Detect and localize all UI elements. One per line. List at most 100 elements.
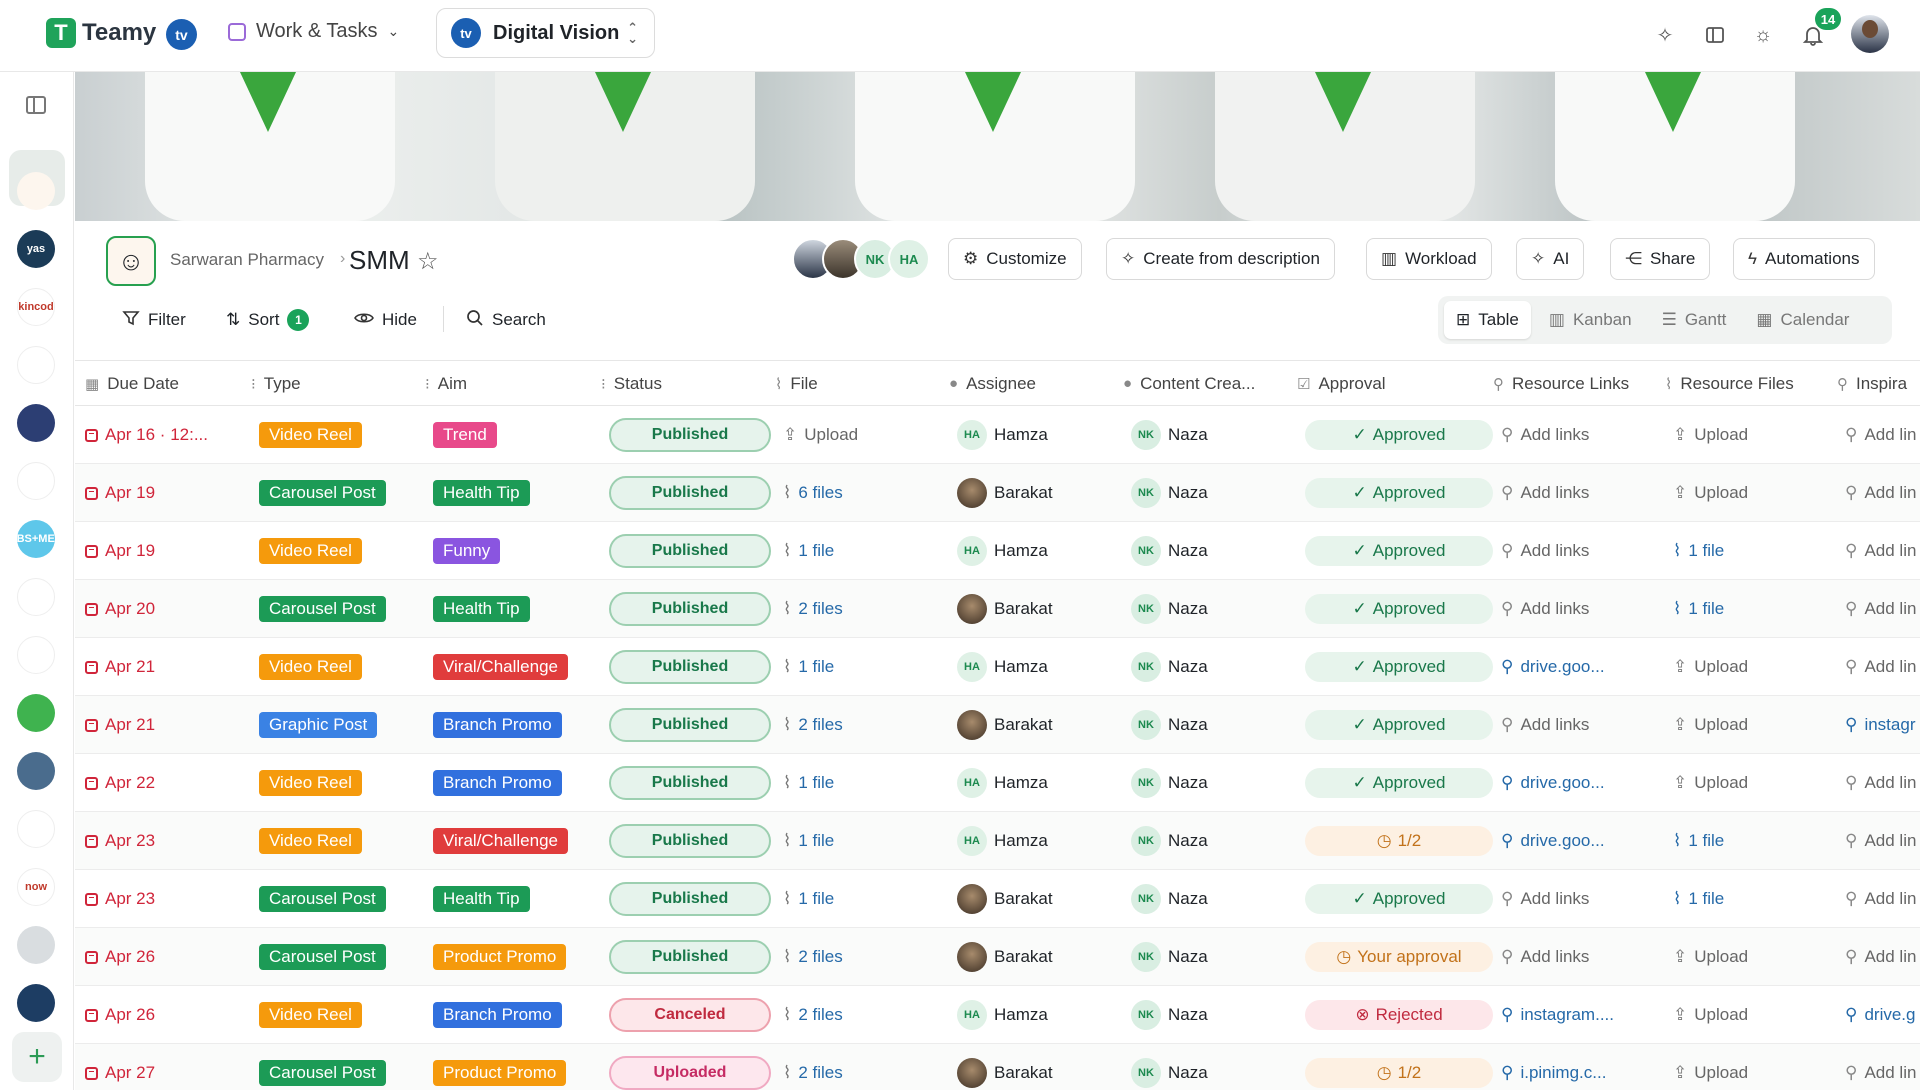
status-cell[interactable]: Uploaded bbox=[609, 1044, 771, 1090]
work-tasks-menu[interactable]: Work & Tasks ⌄ bbox=[228, 20, 399, 43]
status-cell[interactable]: Canceled bbox=[609, 986, 771, 1044]
assignee-cell[interactable]: HA Hamza bbox=[957, 638, 1048, 696]
column-header[interactable]: ● Content Crea... bbox=[1123, 361, 1255, 406]
table-row[interactable]: Apr 23 Video Reel Viral/Challenge Published… bbox=[75, 812, 1920, 870]
content-creator-cell[interactable]: NK Naza bbox=[1131, 754, 1208, 812]
type-cell[interactable]: Video Reel bbox=[259, 754, 362, 812]
type-cell[interactable]: Carousel Post bbox=[259, 928, 386, 986]
column-header[interactable]: ⁝ Type bbox=[251, 361, 301, 406]
resource-files-cell[interactable]: ⇪ Upload bbox=[1673, 986, 1748, 1044]
breadcrumb[interactable]: Sarwaran Pharmacy bbox=[170, 250, 324, 270]
content-creator-cell[interactable]: NK Naza bbox=[1131, 812, 1208, 870]
file-cell[interactable]: ⌇ 2 files bbox=[783, 696, 843, 754]
type-cell[interactable]: Video Reel bbox=[259, 812, 362, 870]
column-header[interactable]: ▦ Due Date bbox=[85, 361, 179, 406]
file-cell[interactable]: ⌇ 1 file bbox=[783, 812, 834, 870]
file-cell[interactable]: ⌇ 1 file bbox=[783, 870, 834, 928]
type-cell[interactable]: Video Reel bbox=[259, 406, 362, 464]
approval-cell[interactable]: ✓ Approved bbox=[1305, 696, 1493, 754]
type-cell[interactable]: Video Reel bbox=[259, 522, 362, 580]
status-cell[interactable]: Published bbox=[609, 580, 771, 638]
aim-cell[interactable]: Health Tip bbox=[433, 870, 530, 928]
type-cell[interactable]: Graphic Post bbox=[259, 696, 378, 754]
panel-toggle-icon[interactable] bbox=[1702, 22, 1728, 48]
status-cell[interactable]: Published bbox=[609, 928, 771, 986]
due-date-cell[interactable]: Apr 16 · 12:... bbox=[85, 406, 208, 464]
aim-cell[interactable]: Product Promo bbox=[433, 1044, 567, 1090]
tab-kanban[interactable]: ▥ Kanban bbox=[1537, 301, 1644, 339]
content-creator-cell[interactable]: NK Naza bbox=[1131, 406, 1208, 464]
content-creator-cell[interactable]: NK Naza bbox=[1131, 870, 1208, 928]
assignee-cell[interactable]: HA Hamza bbox=[957, 812, 1048, 870]
due-date-cell[interactable]: Apr 23 bbox=[85, 812, 155, 870]
sidebar-item-workspace-5[interactable] bbox=[17, 404, 55, 442]
column-header[interactable]: ⌇ Resource Files bbox=[1665, 361, 1794, 406]
aim-cell[interactable]: Branch Promo bbox=[433, 986, 562, 1044]
file-cell[interactable]: ⌇ 2 files bbox=[783, 1044, 843, 1090]
filter-button[interactable]: Filter bbox=[122, 300, 186, 340]
create-from-description-button[interactable]: ✧ Create from description bbox=[1106, 238, 1335, 280]
table-row[interactable]: Apr 19 Video Reel Funny Published ⌇ 1 file HA H… bbox=[75, 522, 1920, 580]
table-row[interactable]: Apr 16 · 12:... Video Reel Trend Published ⇪… bbox=[75, 406, 1920, 464]
content-creator-cell[interactable]: NK Naza bbox=[1131, 638, 1208, 696]
column-header[interactable]: ☑ Approval bbox=[1297, 361, 1386, 406]
aim-cell[interactable]: Product Promo bbox=[433, 928, 567, 986]
tab-calendar[interactable]: ▦ Calendar bbox=[1744, 301, 1861, 339]
assignee-cell[interactable]: Barakat bbox=[957, 928, 1053, 986]
aim-cell[interactable]: Branch Promo bbox=[433, 754, 562, 812]
sidebar-item-workspace-12[interactable] bbox=[17, 810, 55, 848]
inspiration-cell[interactable]: ⚲ Add lin bbox=[1845, 812, 1916, 870]
assignee-cell[interactable]: HA Hamza bbox=[957, 522, 1048, 580]
tab-gantt[interactable]: ☰ Gantt bbox=[1650, 301, 1739, 339]
resource-links-cell[interactable]: ⚲ Add links bbox=[1501, 464, 1589, 522]
sidebar-item-workspace-8[interactable] bbox=[17, 578, 55, 616]
approval-cell[interactable]: ◷ 1/2 bbox=[1305, 812, 1493, 870]
due-date-cell[interactable]: Apr 19 bbox=[85, 522, 155, 580]
approval-cell[interactable]: ✓ Approved bbox=[1305, 406, 1493, 464]
due-date-cell[interactable]: Apr 26 bbox=[85, 986, 155, 1044]
status-cell[interactable]: Published bbox=[609, 754, 771, 812]
project-selector[interactable]: tv Digital Vision ⌃ ⌄ bbox=[436, 8, 655, 58]
assignee-cell[interactable]: HA Hamza bbox=[957, 754, 1048, 812]
column-header[interactable]: ● Assignee bbox=[949, 361, 1036, 406]
sidebar-item-yas[interactable]: yas bbox=[17, 230, 55, 268]
type-cell[interactable]: Video Reel bbox=[259, 986, 362, 1044]
tab-table[interactable]: ⊞ Table bbox=[1444, 301, 1531, 339]
resource-files-cell[interactable]: ⇪ Upload bbox=[1673, 928, 1748, 986]
hide-button[interactable]: Hide bbox=[354, 300, 417, 340]
inspiration-cell[interactable]: ⚲ Add lin bbox=[1845, 1044, 1916, 1090]
assignee-cell[interactable]: HA Hamza bbox=[957, 406, 1048, 464]
resource-links-cell[interactable]: ⚲ drive.goo... bbox=[1501, 754, 1605, 812]
assignee-cell[interactable]: HA Hamza bbox=[957, 986, 1048, 1044]
inspiration-cell[interactable]: ⚲ Add lin bbox=[1845, 406, 1916, 464]
due-date-cell[interactable]: Apr 21 bbox=[85, 638, 155, 696]
table-row[interactable]: Apr 21 Video Reel Viral/Challenge Published… bbox=[75, 638, 1920, 696]
type-cell[interactable]: Video Reel bbox=[259, 638, 362, 696]
inspiration-cell[interactable]: ⚲ instagr bbox=[1845, 696, 1915, 754]
share-button[interactable]: ⋲ Share bbox=[1610, 238, 1711, 280]
table-row[interactable]: Apr 19 Carousel Post Health Tip Published ⌇ 6… bbox=[75, 464, 1920, 522]
status-cell[interactable]: Published bbox=[609, 522, 771, 580]
add-workspace-button[interactable]: + bbox=[12, 1032, 62, 1082]
assignee-cell[interactable]: Barakat bbox=[957, 464, 1053, 522]
resource-links-cell[interactable]: ⚲ Add links bbox=[1501, 522, 1589, 580]
type-cell[interactable]: Carousel Post bbox=[259, 870, 386, 928]
table-row[interactable]: Apr 26 Carousel Post Product Promo Publishe… bbox=[75, 928, 1920, 986]
sidebar-item-skincode[interactable]: skincode bbox=[17, 288, 55, 326]
sparkle-icon[interactable]: ✧ bbox=[1652, 22, 1678, 48]
content-creator-cell[interactable]: NK Naza bbox=[1131, 1044, 1208, 1090]
table-row[interactable]: Apr 27 Carousel Post Product Promo Uploaded… bbox=[75, 1044, 1920, 1090]
column-header[interactable]: ⚲ Inspira bbox=[1837, 361, 1907, 406]
resource-links-cell[interactable]: ⚲ Add links bbox=[1501, 696, 1589, 754]
sidebar-item-sarwaran-pharmacy[interactable] bbox=[17, 172, 55, 210]
approval-cell[interactable]: ✓ Approved bbox=[1305, 580, 1493, 638]
sun-icon[interactable]: ☼ bbox=[1750, 22, 1776, 48]
approval-cell[interactable]: ✓ Approved bbox=[1305, 638, 1493, 696]
assignee-cell[interactable]: Barakat bbox=[957, 696, 1053, 754]
column-header[interactable]: ⁝ Status bbox=[601, 361, 662, 406]
resource-links-cell[interactable]: ⚲ drive.goo... bbox=[1501, 812, 1605, 870]
sidebar-item-workspace-4[interactable] bbox=[17, 346, 55, 384]
file-cell[interactable]: ⌇ 2 files bbox=[783, 928, 843, 986]
sidebar-item-workspace-9[interactable] bbox=[17, 636, 55, 674]
brand-logo[interactable]: T Teamy bbox=[46, 18, 156, 48]
